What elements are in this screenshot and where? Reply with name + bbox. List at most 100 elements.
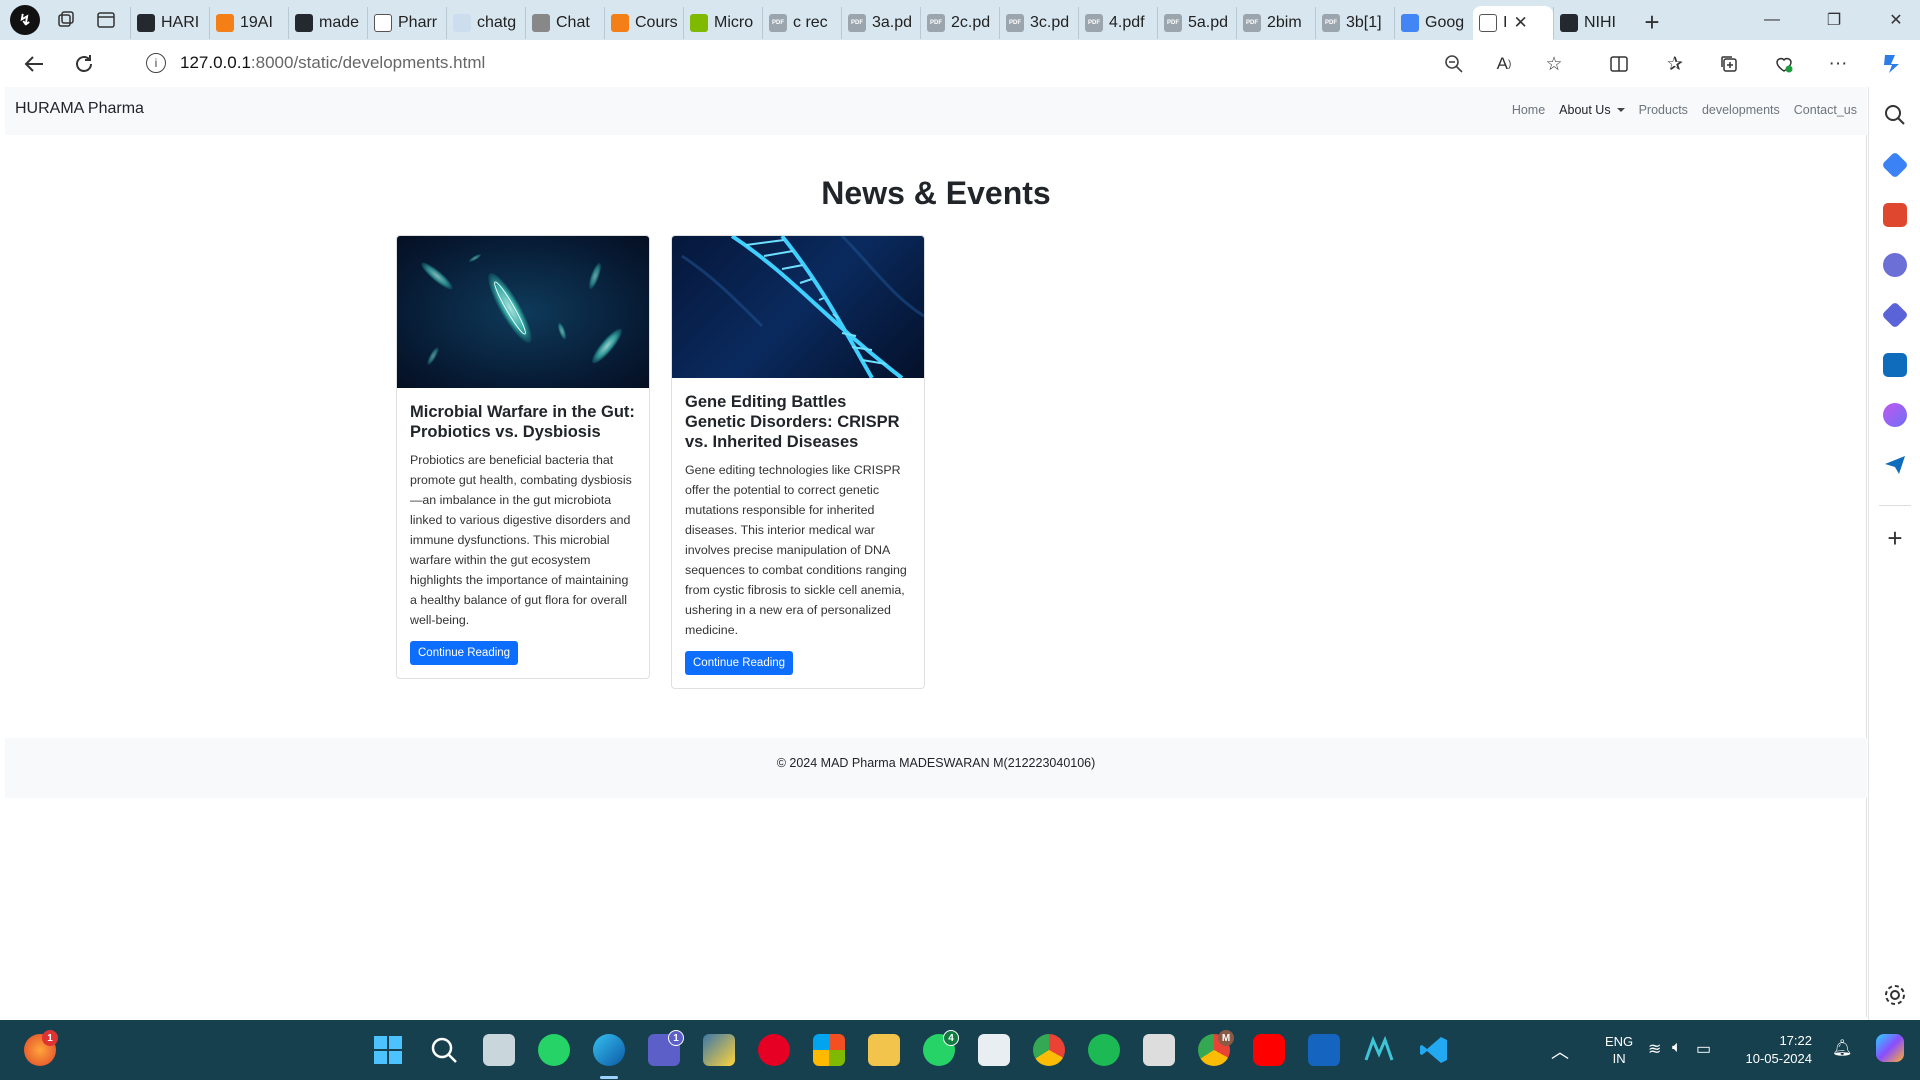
notification-bell-icon[interactable]: 🔔︎ xyxy=(1832,1038,1852,1058)
browser-tab[interactable]: 19AI xyxy=(209,7,288,39)
sidebar-settings-gear-icon[interactable] xyxy=(1883,983,1907,1007)
search-icon[interactable] xyxy=(428,1034,460,1066)
browser-tab[interactable]: PDF 5a.pd xyxy=(1157,7,1236,39)
new-tab-button[interactable]: + xyxy=(1632,6,1672,38)
browser-essentials-icon[interactable] xyxy=(1767,48,1801,80)
close-window-button[interactable]: ✕ xyxy=(1864,0,1920,40)
tab-label: Pharr xyxy=(398,14,438,31)
tab-actions-icon[interactable] xyxy=(86,0,126,40)
language-indicator[interactable]: ENG IN xyxy=(1605,1033,1633,1067)
minimize-button[interactable]: — xyxy=(1740,0,1804,40)
split-screen-icon[interactable] xyxy=(1602,48,1636,80)
task-view-icon[interactable] xyxy=(483,1034,515,1066)
browser-tab[interactable]: HARI xyxy=(130,7,209,39)
back-arrow-icon[interactable] xyxy=(9,44,59,84)
teams-badge: 1 xyxy=(668,1030,684,1046)
tab-label: chatg xyxy=(477,14,517,31)
battery-icon[interactable]: ▭ xyxy=(1696,1039,1711,1059)
browser-tab[interactable]: PDF 2bim xyxy=(1236,7,1315,39)
file-explorer-icon[interactable] xyxy=(868,1034,900,1066)
sidebar-microsoft365-icon[interactable] xyxy=(1881,301,1909,329)
pdf-favicon-icon: PDF xyxy=(848,14,866,32)
read-aloud-icon[interactable]: A) xyxy=(1487,48,1521,80)
tab-label: made xyxy=(319,14,360,31)
sidebar-send-icon[interactable] xyxy=(1883,453,1907,477)
refresh-icon[interactable] xyxy=(59,44,109,84)
navbar-brand[interactable]: HURAMA Pharma xyxy=(15,100,144,118)
hand-favicon-icon xyxy=(216,14,234,32)
browser-tab[interactable]: Micro xyxy=(683,7,762,39)
browser-tab[interactable]: PDF 3c.pd xyxy=(999,7,1078,39)
sidebar-search-icon[interactable] xyxy=(1883,103,1907,127)
browser-tab[interactable]: Chat xyxy=(525,7,604,39)
browser-tab[interactable]: PDF 3b[1] xyxy=(1315,7,1394,39)
clock[interactable]: 17:22 10-05-2024 xyxy=(1734,1032,1813,1068)
nav-link-developments[interactable]: developments xyxy=(1702,103,1780,117)
continue-reading-button[interactable]: Continue Reading xyxy=(410,641,519,665)
site-info-icon[interactable]: i xyxy=(146,53,166,73)
nav-link-home[interactable]: Home xyxy=(1512,103,1545,117)
github-favicon-icon xyxy=(1560,14,1578,32)
favorites-icon[interactable]: ✰ xyxy=(1658,48,1692,80)
dna-image xyxy=(672,236,924,378)
collections-icon[interactable] xyxy=(1712,48,1746,80)
maximize-button[interactable]: ❐ xyxy=(1802,0,1866,40)
sidebar-games-icon[interactable] xyxy=(1883,253,1907,277)
snipping-tool-icon[interactable] xyxy=(1143,1034,1175,1066)
browser-tab[interactable]: chatg xyxy=(446,7,525,39)
start-windows-icon[interactable] xyxy=(372,1034,404,1066)
whatsapp-badge: 4 xyxy=(943,1030,959,1046)
close-tab-icon[interactable]: ✕ xyxy=(1513,13,1527,33)
whatsapp-icon[interactable] xyxy=(538,1034,570,1066)
nav-link-contact[interactable]: Contact_us xyxy=(1794,103,1857,117)
copilot-icon[interactable] xyxy=(1875,48,1909,80)
microsoft-store-icon[interactable] xyxy=(813,1034,845,1066)
browser-tab[interactable]: Goog xyxy=(1394,7,1473,39)
browser-tab[interactable]: made xyxy=(288,7,367,39)
store-bag-icon[interactable] xyxy=(1308,1034,1340,1066)
sidebar-divider xyxy=(1879,505,1911,506)
browser-tab[interactable]: PDF 3a.pd xyxy=(841,7,920,39)
url-field[interactable]: i 127.0.0.1:8000/static/developments.htm… xyxy=(126,45,1586,81)
python-icon[interactable] xyxy=(703,1034,735,1066)
sidebar-add-icon[interactable]: + xyxy=(1883,525,1907,551)
copilot-taskbar-icon[interactable] xyxy=(1876,1034,1904,1062)
browser-tab[interactable]: PDF 4.pdf xyxy=(1078,7,1157,39)
wifi-icon[interactable]: ≋ xyxy=(1648,1039,1661,1059)
nav-link-products[interactable]: Products xyxy=(1639,103,1688,117)
page-favicon-icon xyxy=(374,14,392,32)
favorite-star-icon[interactable]: ☆ xyxy=(1537,48,1571,80)
search-favicon-icon xyxy=(453,14,471,32)
nav-dropdown-about[interactable]: About Us xyxy=(1559,103,1625,117)
sidebar-designer-icon[interactable] xyxy=(1883,403,1907,427)
zoom-icon[interactable] xyxy=(1437,48,1471,80)
spotify-icon[interactable] xyxy=(1088,1034,1120,1066)
sidebar-outlook-icon[interactable] xyxy=(1883,353,1907,377)
pinterest-icon[interactable] xyxy=(758,1034,790,1066)
language-code: ENG xyxy=(1605,1034,1634,1049)
continue-reading-button[interactable]: Continue Reading xyxy=(685,651,794,675)
youtube-icon[interactable] xyxy=(1253,1034,1285,1066)
vscode-icon[interactable] xyxy=(1418,1034,1450,1066)
app-m-icon[interactable] xyxy=(1363,1034,1395,1066)
volume-icon[interactable]: 🔈︎ xyxy=(1672,1039,1682,1057)
browser-tab[interactable]: PDF 2c.pd xyxy=(920,7,999,39)
browser-tab[interactable]: Cours xyxy=(604,7,683,39)
sidebar-shopping-icon[interactable] xyxy=(1881,151,1909,179)
region-code: IN xyxy=(1612,1051,1626,1066)
browser-tab[interactable]: NIHI xyxy=(1553,7,1632,39)
workspaces-icon[interactable] xyxy=(46,0,86,40)
tab-active[interactable]: I ✕ xyxy=(1473,6,1553,40)
browser-tab[interactable]: PDF c rec xyxy=(762,7,841,39)
edge-icon[interactable] xyxy=(593,1034,625,1066)
browser-tab[interactable]: Pharr xyxy=(367,7,446,39)
page-title: News & Events xyxy=(821,175,1051,211)
show-hidden-icons-chevron-icon[interactable]: ︿ xyxy=(1551,1038,1569,1064)
card-body: Gene Editing Battles Genetic Disorders: … xyxy=(672,378,924,688)
sidebar-tools-icon[interactable] xyxy=(1883,203,1907,227)
chrome-icon[interactable] xyxy=(1033,1034,1065,1066)
settings-more-icon[interactable]: ··· xyxy=(1821,48,1855,80)
browser-profile-icon[interactable]: ↯ xyxy=(10,5,40,35)
notepad-icon[interactable] xyxy=(978,1034,1010,1066)
firefox-badge: 1 xyxy=(42,1030,58,1046)
